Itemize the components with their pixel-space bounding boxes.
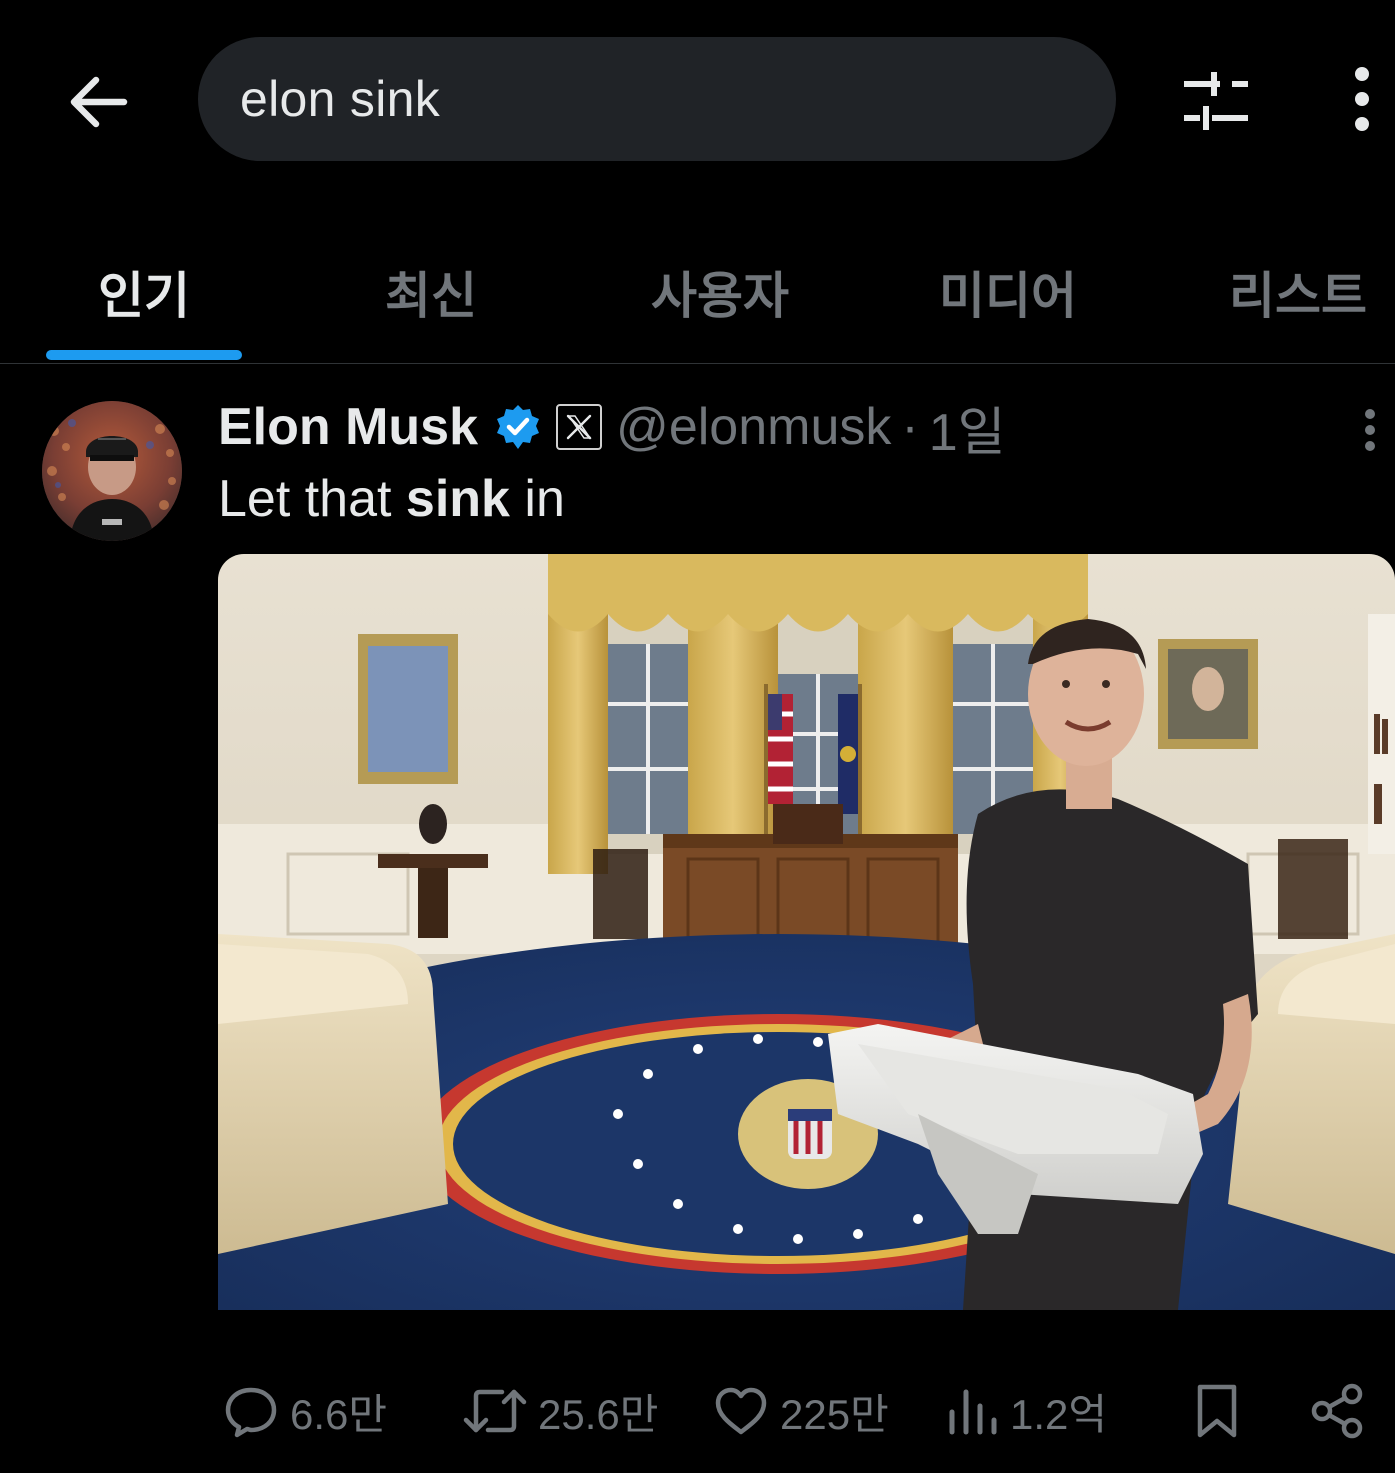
tab-latest[interactable]: 최신 xyxy=(383,256,479,328)
search-query-text: elon sink xyxy=(240,71,441,127)
tweet-text: Let that sink in xyxy=(218,469,565,529)
avatar[interactable] xyxy=(42,401,182,541)
tweet-timestamp[interactable]: 1일 xyxy=(929,390,1006,465)
tweet-text-highlight: sink xyxy=(405,470,510,528)
back-arrow-icon xyxy=(70,76,128,128)
reply-icon xyxy=(225,1387,277,1438)
share-icon xyxy=(1311,1383,1363,1439)
repost-count: 25.6만 xyxy=(538,1390,659,1438)
search-header: elon sink xyxy=(0,0,1395,200)
bookmark-icon xyxy=(1197,1384,1237,1438)
back-button[interactable] xyxy=(62,66,134,138)
tweet-text-part: in xyxy=(509,470,565,528)
tab-top[interactable]: 인기 xyxy=(96,256,192,328)
search-input[interactable]: elon sink xyxy=(198,37,1116,161)
separator-dot: · xyxy=(901,398,919,456)
tweet[interactable]: Elon Musk @elonmusk · 1일 Let that sink i… xyxy=(0,365,1395,1473)
like-count: 225만 xyxy=(780,1390,889,1438)
affiliation-badge xyxy=(556,404,603,450)
tab-people[interactable]: 사용자 xyxy=(645,256,795,328)
view-count: 1.2억 xyxy=(1010,1390,1108,1438)
active-tab-indicator xyxy=(46,350,242,360)
search-tabs: 인기 최신 사용자 미디어 리스트 xyxy=(0,236,1395,364)
app-root: elon sink 인기 최신 사용자 미디어 리스트 Elon Musk @e… xyxy=(0,0,1395,1473)
tweet-text-part: Let that xyxy=(218,470,406,528)
author-name[interactable]: Elon Musk xyxy=(218,397,478,457)
tweet-more-button[interactable] xyxy=(1352,405,1388,455)
tweet-actions: 6.6만 25.6만 225만 1.2억 xyxy=(0,1371,1395,1451)
author-handle[interactable]: @elonmusk xyxy=(616,397,891,457)
tab-lists[interactable]: 리스트 xyxy=(1224,256,1372,328)
more-options-button[interactable] xyxy=(1334,60,1390,140)
reply-count: 6.6만 xyxy=(290,1390,388,1438)
bookmark-button[interactable] xyxy=(1192,1371,1242,1451)
more-vertical-icon xyxy=(1365,409,1375,451)
tab-media[interactable]: 미디어 xyxy=(934,256,1082,328)
x-logo-icon xyxy=(566,414,592,440)
verified-badge-icon xyxy=(497,405,540,449)
reply-button[interactable]: 6.6만 xyxy=(222,1371,387,1451)
like-icon xyxy=(715,1387,767,1435)
tweet-media-image[interactable] xyxy=(218,554,1395,1310)
search-filter-button[interactable] xyxy=(1176,64,1256,140)
views-icon xyxy=(949,1389,997,1435)
repost-button[interactable]: 25.6만 xyxy=(462,1371,658,1451)
like-button[interactable]: 225만 xyxy=(712,1371,889,1451)
filter-sliders-icon xyxy=(1184,72,1248,130)
avatar-image xyxy=(42,401,182,541)
views-button[interactable]: 1.2억 xyxy=(944,1371,1107,1451)
repost-icon xyxy=(463,1389,527,1433)
media-photo xyxy=(218,554,1395,1310)
more-vertical-icon xyxy=(1355,67,1369,131)
tweet-header: Elon Musk @elonmusk · 1일 xyxy=(218,395,1005,462)
share-button[interactable] xyxy=(1308,1371,1366,1451)
